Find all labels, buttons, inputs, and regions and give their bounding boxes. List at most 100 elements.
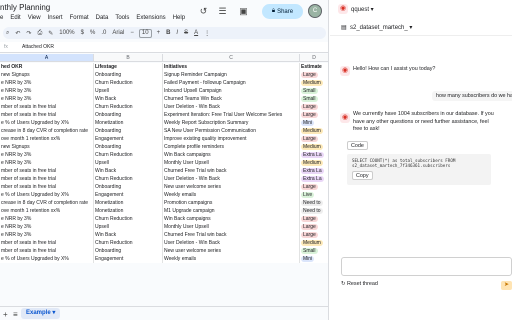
table-cell[interactable]: Live	[300, 191, 328, 199]
table-cell[interactable]: new Signups	[0, 71, 94, 79]
estimate-chip[interactable]: Small	[301, 96, 318, 102]
table-cell[interactable]: Complete profile reminders	[163, 143, 300, 151]
table-cell[interactable]: Medium	[300, 159, 328, 167]
table-cell[interactable]: Onboarding	[94, 183, 163, 191]
table-cell[interactable]: Upsell	[94, 223, 163, 231]
table-cell[interactable]: Large	[300, 215, 328, 223]
percent-icon[interactable]: %	[87, 30, 98, 36]
table-cell[interactable]: Small	[300, 247, 328, 255]
font-size-decrease-icon[interactable]: −	[127, 30, 137, 36]
all-sheets-icon[interactable]: ≡	[13, 310, 18, 319]
table-cell[interactable]: Win Back campaigns	[163, 151, 300, 159]
table-cell[interactable]: Onboarding	[94, 247, 163, 255]
table-cell[interactable]: Onboarding	[94, 127, 163, 135]
table-cell[interactable]: Large	[300, 103, 328, 111]
header-cell[interactable]: Estimate	[300, 63, 328, 71]
table-cell[interactable]: User Deletion - Win Back	[163, 103, 300, 111]
estimate-chip[interactable]: Large	[301, 216, 318, 222]
table-cell[interactable]: Improve existing quality improvement	[163, 135, 300, 143]
estimate-chip[interactable]: Large	[301, 232, 318, 238]
table-cell[interactable]: Need to	[300, 199, 328, 207]
estimate-chip[interactable]: Large	[301, 136, 318, 142]
table-cell[interactable]: Churned Free Trial win back	[163, 167, 300, 175]
table-cell[interactable]: Monetization	[94, 207, 163, 215]
table-cell[interactable]: M1 Upgrade campaign	[163, 207, 300, 215]
table-cell[interactable]: SA New User Permission Communication	[163, 127, 300, 135]
table-cell[interactable]: Monthly User Upsell	[163, 159, 300, 167]
tab-example[interactable]: Example ▾	[21, 308, 61, 319]
table-cell[interactable]: Mini	[300, 255, 328, 263]
font-size-input[interactable]: 10	[138, 28, 152, 38]
table-cell[interactable]: Extra La	[300, 167, 328, 175]
estimate-chip[interactable]: Medium	[301, 80, 323, 86]
table-cell[interactable]: Monthly User Upsell	[163, 223, 300, 231]
table-cell[interactable]: Large	[300, 111, 328, 119]
table-cell[interactable]: Engagement	[94, 191, 163, 199]
estimate-chip[interactable]: Need to	[301, 208, 323, 214]
estimate-chip[interactable]: Extra La	[301, 168, 324, 174]
copy-button[interactable]: Copy	[352, 171, 373, 180]
table-cell[interactable]: e NRR by 3%	[0, 87, 94, 95]
estimate-chip[interactable]: Medium	[301, 160, 323, 166]
menu-item[interactable]: Tools	[115, 15, 129, 21]
estimate-chip[interactable]: Small	[301, 248, 318, 254]
meet-icon[interactable]: ▣	[238, 6, 249, 17]
table-cell[interactable]: Monetization	[94, 199, 163, 207]
table-cell[interactable]: Onboarding	[94, 71, 163, 79]
table-cell[interactable]: Extra La	[300, 151, 328, 159]
table-cell[interactable]: e % of Users Upgraded by X%	[0, 191, 94, 199]
decimal-icon[interactable]: .0	[98, 30, 109, 36]
bold-icon[interactable]: B	[163, 30, 173, 36]
estimate-chip[interactable]: Extra La	[301, 176, 324, 182]
strikethrough-icon[interactable]: S	[181, 30, 191, 36]
table-cell[interactable]: Monetization	[94, 119, 163, 127]
menu-item[interactable]: Data	[96, 15, 109, 21]
table-cell[interactable]: User Deletion - Win Back	[163, 239, 300, 247]
bot-selector[interactable]: qquest ▾	[351, 6, 374, 13]
menu-item[interactable]: Help	[173, 15, 185, 21]
table-cell[interactable]: mber of seats in free trial	[0, 167, 94, 175]
table-cell[interactable]: Churn Reduction	[94, 151, 163, 159]
currency-icon[interactable]: $	[78, 30, 87, 36]
table-cell[interactable]: crease in 8 day CVR of completion rate	[0, 127, 94, 135]
table-cell[interactable]: e % of Users Upgraded by X%	[0, 255, 94, 263]
menu-item[interactable]: View	[28, 15, 41, 21]
table-cell[interactable]: e NRR by 3%	[0, 223, 94, 231]
estimate-chip[interactable]: Mini	[301, 120, 315, 126]
table-cell[interactable]: mber of seats in free trial	[0, 103, 94, 111]
header-cell[interactable]: hed OKR	[0, 63, 94, 71]
table-cell[interactable]: Medium	[300, 239, 328, 247]
table-cell[interactable]: Medium	[300, 127, 328, 135]
estimate-chip[interactable]: Medium	[301, 144, 323, 150]
estimate-chip[interactable]: Large	[301, 72, 318, 78]
table-cell[interactable]: Churn Reduction	[94, 175, 163, 183]
table-cell[interactable]: Small	[300, 87, 328, 95]
estimate-chip[interactable]: Medium	[301, 128, 323, 134]
table-cell[interactable]: Signup Reminder Campaign	[163, 71, 300, 79]
table-cell[interactable]: Engagement	[94, 135, 163, 143]
table-cell[interactable]: Extra La	[300, 175, 328, 183]
dataset-selector[interactable]: s2_dataset_martech_ ▾	[350, 24, 412, 31]
column-header[interactable]: A	[0, 54, 94, 62]
column-header[interactable]: C	[163, 54, 300, 62]
menu-item[interactable]: e	[0, 15, 3, 21]
table-cell[interactable]: Mini	[300, 119, 328, 127]
table-cell[interactable]: Weekly emails	[163, 191, 300, 199]
table-cell[interactable]: ove month 1 retention xx%	[0, 207, 94, 215]
table-cell[interactable]: mber of seats in free trial	[0, 247, 94, 255]
table-cell[interactable]: Large	[300, 71, 328, 79]
estimate-chip[interactable]: Extra La	[301, 152, 324, 158]
table-cell[interactable]: mber of seats in free trial	[0, 175, 94, 183]
menu-item[interactable]: Extensions	[136, 15, 165, 21]
table-cell[interactable]: New user welcome series	[163, 183, 300, 191]
undo-icon[interactable]: ↶	[12, 30, 23, 37]
table-cell[interactable]: e NRR by 3%	[0, 159, 94, 167]
table-cell[interactable]: Failed Payment - followup Campaign	[163, 79, 300, 87]
estimate-chip[interactable]: Large	[301, 112, 318, 118]
estimate-chip[interactable]: Live	[301, 192, 315, 198]
table-cell[interactable]: Need to	[300, 207, 328, 215]
table-cell[interactable]: Weekly emails	[163, 255, 300, 263]
table-cell[interactable]: new Signups	[0, 143, 94, 151]
print-icon[interactable]: ⎙	[34, 30, 45, 37]
table-cell[interactable]: Promotion campaigns	[163, 199, 300, 207]
